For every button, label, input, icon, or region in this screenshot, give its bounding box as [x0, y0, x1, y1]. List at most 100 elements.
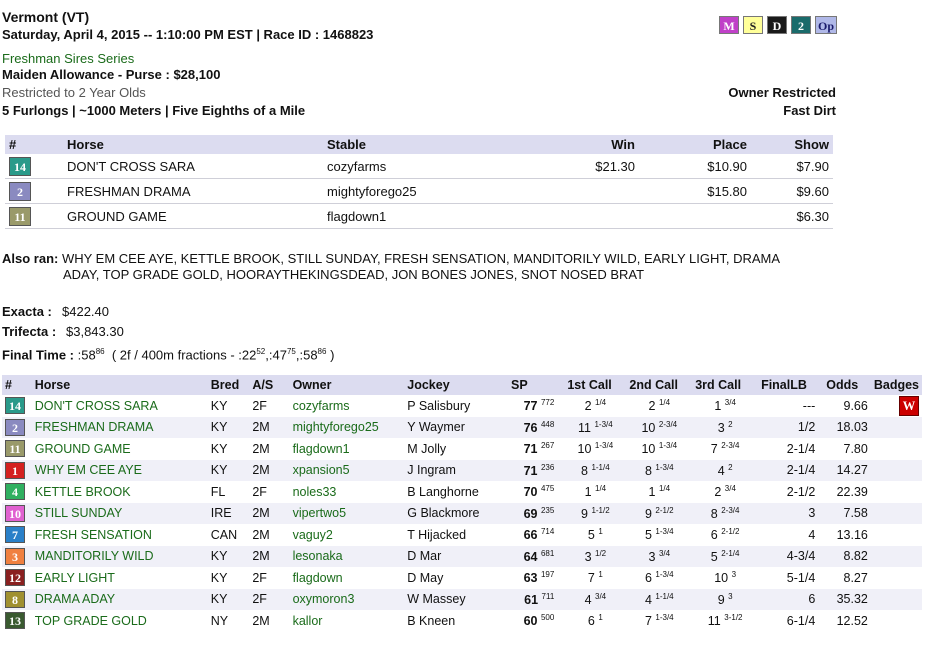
result-jockey: Y Waymer [404, 416, 509, 438]
trifecta-value: $3,843.30 [66, 324, 124, 339]
call3-pos: 11 [707, 614, 721, 629]
call1-pos: 4 [584, 592, 592, 607]
saddle-cloth-badge: 7 [5, 526, 25, 544]
result-owner-link[interactable]: noles33 [290, 481, 405, 503]
payout-place [639, 203, 751, 229]
series-name[interactable]: Freshman Sires Series [2, 51, 134, 66]
call3-pos: 4 [717, 463, 725, 478]
result-owner-link[interactable]: xpansion5 [289, 459, 405, 481]
result-age-sex: 2M [249, 459, 290, 481]
result-sp: 77 772 [508, 395, 564, 417]
payouts-col-place: Place [639, 135, 751, 154]
fractions-suffix: ) [330, 347, 335, 363]
result-bred: KY [207, 416, 250, 438]
payouts-col-num: # [5, 135, 63, 154]
result-owner-link[interactable]: kallor [290, 610, 405, 632]
call3-pos: 2 [714, 485, 722, 500]
result-sp-sup: 772 [540, 398, 555, 408]
result-sp: 63 197 [508, 567, 564, 589]
result-sp-value: 63 [523, 571, 538, 586]
result-age-sex: 2F [252, 570, 267, 585]
payout-place: $10.90 [639, 154, 751, 179]
result-call2: 8 1-3/4 [626, 459, 693, 481]
call1-margin: 1-3/4 [594, 441, 614, 451]
call3-pos: 5 [710, 549, 718, 564]
result-num: 11 [2, 438, 32, 460]
call3-pos: 6 [710, 528, 718, 543]
result-jockey: T Hijacked [407, 527, 467, 542]
result-horse-link[interactable]: KETTLE BROOK [32, 481, 208, 503]
result-odds: 14.27 [823, 459, 871, 481]
payout-row: 2 FRESHMAN DRAMA mightyforego25 $15.80 $9.60 [5, 178, 833, 204]
saddle-cloth-badge: 14 [5, 397, 25, 415]
result-sp: 69 235 [508, 502, 565, 524]
result-owner-link[interactable]: lesonaka [289, 545, 405, 567]
result-horse-link[interactable]: FRESH SENSATION [32, 524, 208, 546]
result-owner-link[interactable]: mightyforego25 [289, 416, 405, 438]
call1-pos: 1 [584, 485, 592, 500]
saddle-cloth-badge: 2 [5, 418, 25, 436]
fraction3: ,:58 [295, 347, 318, 363]
result-row: 8 DRAMA ADAY KY 2F oxymoron3 W Massey 61 711 4 … [2, 588, 922, 610]
result-horse-link[interactable]: EARLY LIGHT [32, 567, 208, 589]
results-col-as: A/S [249, 375, 290, 395]
result-num: 14 [2, 395, 32, 417]
result-row: 1 WHY EM CEE AYE KY 2M xpansion5 J Ingram 71 2… [2, 459, 922, 481]
payout-stable: cozyfarms [323, 154, 531, 179]
result-horse-link[interactable]: TOP GRADE GOLD [32, 610, 208, 632]
call1-pos: 2 [584, 399, 592, 414]
call1-margin: 1/2 [595, 548, 607, 558]
results-col-sp: SP [508, 375, 565, 395]
result-owner-link[interactable]: flagdown [290, 567, 405, 589]
call2-margin: 1-3/4 [655, 527, 674, 537]
result-horse-link[interactable]: WHY EM CEE AYE [31, 459, 208, 481]
final-time: Final Time : :5886 ( 2f / 400m fractions… [2, 347, 334, 362]
result-call1: 10 1-3/4 [564, 438, 626, 460]
result-row: 10 STILL SUNDAY IRE 2M vipertwo5 G Blackmore 6… [2, 502, 922, 524]
also-ran-line1: WHY EM CEE AYE, KETTLE BROOK, STILL SUND… [61, 251, 781, 266]
result-badges [870, 588, 922, 610]
result-owner-link[interactable]: vaguy2 [290, 524, 405, 546]
result-horse-link[interactable]: GROUND GAME [32, 438, 208, 460]
result-owner-link[interactable]: flagdown1 [290, 438, 405, 460]
result-jockey: B Langhorne [407, 484, 479, 499]
result-row: 7 FRESH SENSATION CAN 2M vaguy2 T Hijacked 66 … [2, 524, 922, 546]
result-owner-link[interactable]: oxymoron3 [289, 588, 405, 610]
result-call3: 1 3/4 [692, 395, 758, 417]
results-col-call3: 3rd Call [692, 375, 759, 395]
race-type-purse: Maiden Allowance - Purse : $28,100 [2, 67, 221, 82]
result-final-lb: 4 [808, 527, 816, 542]
result-age-sex: 2M [249, 545, 290, 567]
call1-margin: 1 [598, 527, 603, 537]
exacta-value: $422.40 [62, 304, 109, 319]
result-call2: 4 1-1/4 [626, 588, 693, 610]
result-call3: 7 2-3/4 [692, 438, 758, 460]
result-call2: 2 1/4 [626, 395, 692, 417]
result-owner-link[interactable]: vipertwo5 [289, 502, 405, 524]
result-call2: 10 2-3/4 [626, 416, 693, 438]
call1-margin: 1/4 [595, 398, 607, 408]
result-odds: 12.52 [836, 613, 868, 628]
results-col-jockey: Jockey [404, 375, 509, 395]
result-horse-link[interactable]: STILL SUNDAY [31, 502, 208, 524]
call3-margin: 3-1/2 [724, 613, 743, 623]
result-call2: 7 1-3/4 [626, 610, 692, 632]
result-sp-value: 71 [523, 442, 538, 457]
result-num: 8 [2, 588, 32, 610]
call3-margin: 2-1/2 [721, 527, 740, 537]
result-sp: 66 714 [508, 524, 564, 546]
result-horse-link[interactable]: FRESHMAN DRAMA [31, 416, 208, 438]
payout-horse: DON'T CROSS SARA [63, 154, 323, 179]
result-sp: 71 267 [508, 438, 564, 460]
results-col-odds: Odds [823, 375, 871, 395]
result-age-sex: 2F [249, 588, 290, 610]
result-horse-link[interactable]: DRAMA ADAY [31, 588, 208, 610]
result-horse-link[interactable]: MANDITORILY WILD [31, 545, 208, 567]
result-horse-link[interactable]: DON'T CROSS SARA [32, 395, 208, 417]
result-jockey: D Mar [404, 545, 509, 567]
results-col-horse: Horse [31, 375, 208, 395]
result-owner-link[interactable]: cozyfarms [290, 395, 405, 417]
result-bred: FL [210, 484, 226, 499]
result-sp-sup: 475 [540, 484, 555, 494]
result-badges [870, 459, 922, 481]
